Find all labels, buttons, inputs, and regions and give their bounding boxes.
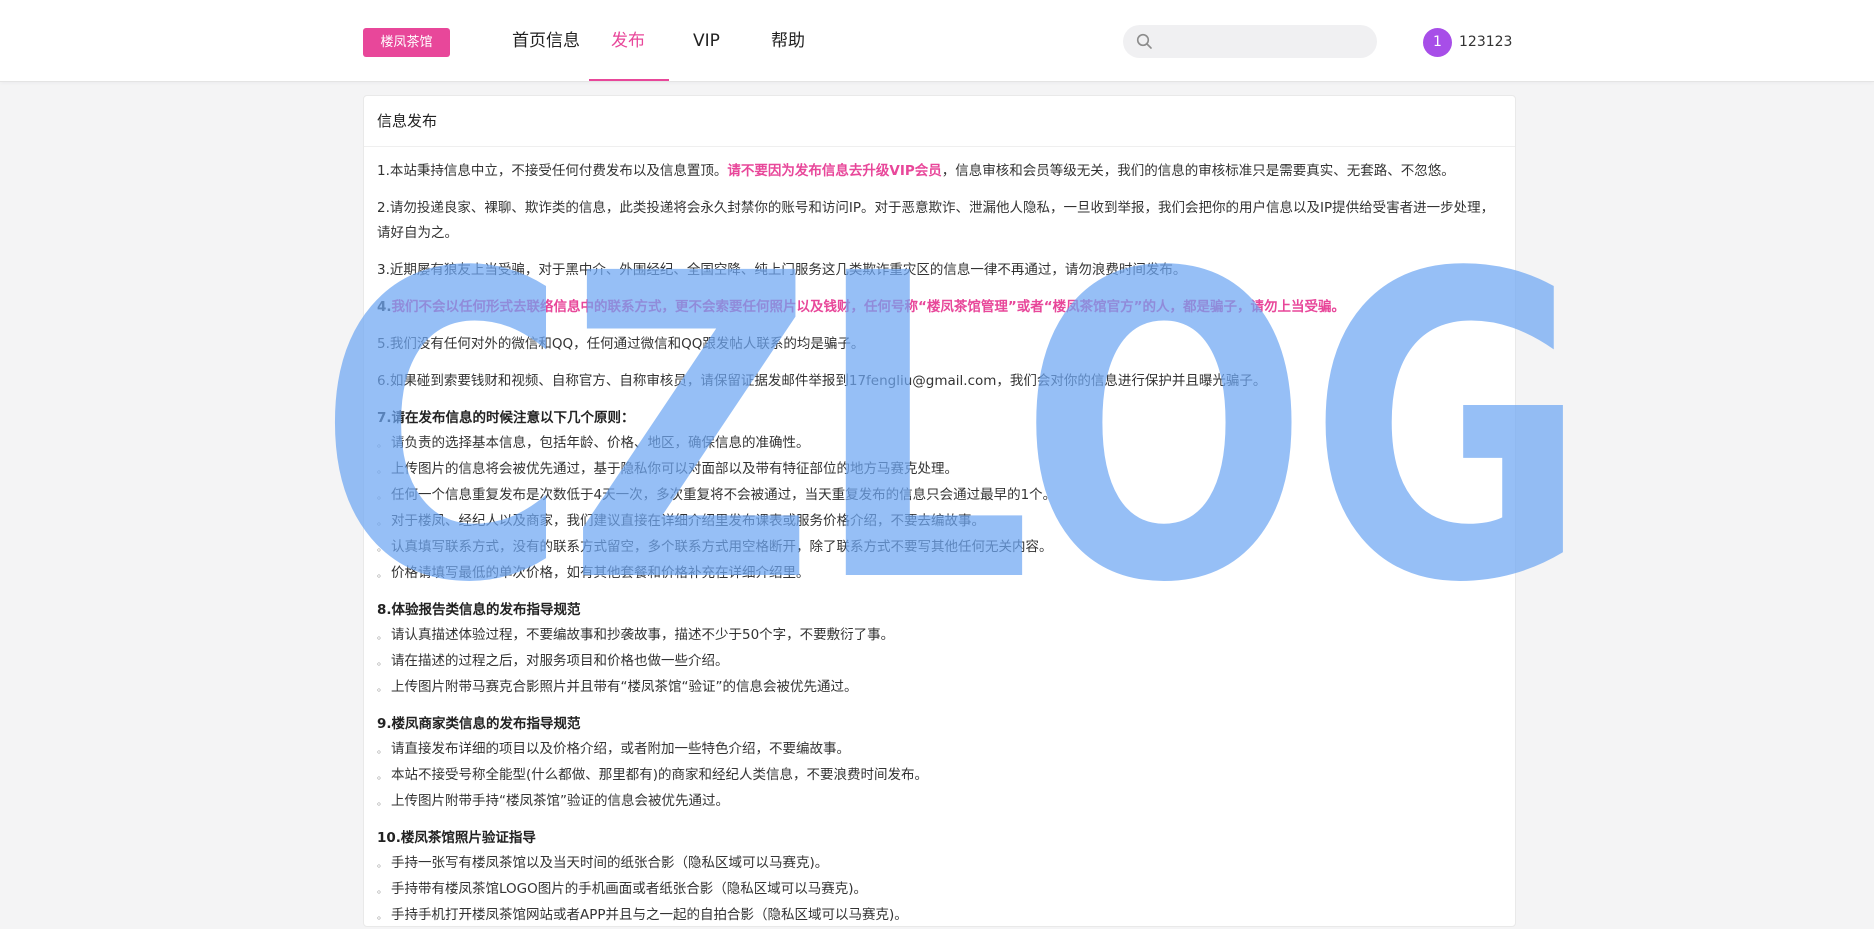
search-icon [1136,33,1152,49]
section-10-title: 10.楼凤茶馆照片验证指导 [377,830,536,846]
active-nav-underline [589,79,669,81]
rule-3: 3.近期屡有狼友上当受骗，对于黑中介、外围经纪、全国空降、纯上门服务这几类欺诈重… [377,262,1187,278]
list-item: 。认真填写联系方式，没有的联系方式留空，多个联系方式用空格断开，除了联系方式不要… [377,539,1053,555]
nav-vip[interactable]: VIP [693,28,720,54]
section-7-list: 。请负责的选择基本信息，包括年龄、价格、地区，确保信息的准确性。 。上传图片的信… [377,431,1501,587]
rule-2: 2.请勿投递良家、裸聊、欺诈类的信息，此类投递将会永久封禁你的账号和访问IP。对… [377,200,1495,241]
panel-title: 信息发布 [364,96,1515,147]
list-item: 。请直接发布详细的项目以及价格介绍，或者附加一些特色介绍，不要编故事。 [377,741,850,757]
list-item: 。上传图片附带马赛克合影照片并且带有“楼凤茶馆“验证”的信息会被优先通过。 [377,679,858,695]
list-item: 。价格请填写最低的单次价格，如有其他套餐和价格补充在详细介绍里。 [377,565,810,581]
list-item: 。上传图片的信息将会被优先通过，基于隐私你可以对面部以及带有特征部位的地方马赛克… [377,461,958,477]
section-8-list: 。请认真描述体验过程，不要编故事和抄袭故事，描述不少于50个字，不要敷衍了事。 … [377,623,1501,701]
list-item: 。请认真描述体验过程，不要编故事和抄袭故事，描述不少于50个字，不要敷衍了事。 [377,627,895,643]
list-item: 。手持手机打开楼凤茶馆网站或者APP并且与之一起的自拍合影（隐私区域可以马赛克)… [377,907,908,923]
section-9-list: 。请直接发布详细的项目以及价格介绍，或者附加一些特色介绍，不要编故事。 。本站不… [377,737,1501,815]
section-7-title: 7.请在发布信息的时候注意以下几个原则： [377,410,635,426]
rule-4: 4.我们不会以任何形式去联络信息中的联系方式，更不会索要任何照片以及钱财，任何号… [377,299,1346,315]
rule-5: 5.我们没有任何对外的微信和QQ，任何通过微信和QQ跟发帖人联系的均是骗子。 [377,336,865,352]
search-input[interactable] [1161,25,1370,60]
nav-home-info[interactable]: 首页信息 [512,28,580,54]
section-9-title: 9.楼凤商家类信息的发布指导规范 [377,716,581,732]
list-item: 。手持带有楼凤茶馆LOGO图片的手机画面或者纸张合影（隐私区域可以马赛克)。 [377,881,868,897]
rule-6: 6.如果碰到索要钱财和视频、自称官方、自称审核员，请保留证据发邮件举报到17fe… [377,373,1267,389]
list-item: 。任何一个信息重复发布是次数低于4天一次，多次重复将不会被通过，当天重复发布的信… [377,487,1057,503]
list-item: 。手持一张写有楼凤茶馆以及当天时间的纸张合影（隐私区域可以马赛克)。 [377,855,829,871]
list-item: 。请负责的选择基本信息，包括年龄、价格、地区，确保信息的准确性。 [377,435,810,451]
section-8-title: 8.体验报告类信息的发布指导规范 [377,602,581,618]
publish-rules: 1.本站秉持信息中立，不接受任何付费发布以及信息置顶。请不要因为发布信息去升级V… [364,147,1515,929]
rule-1: 1.本站秉持信息中立，不接受任何付费发布以及信息置顶。请不要因为发布信息去升级V… [377,163,1455,179]
username[interactable]: 123123 [1459,31,1512,53]
publish-info-panel: 信息发布 1.本站秉持信息中立，不接受任何付费发布以及信息置顶。请不要因为发布信… [363,95,1516,927]
section-10-list: 。手持一张写有楼凤茶馆以及当天时间的纸张合影（隐私区域可以马赛克)。 。手持带有… [377,851,1501,929]
nav-publish[interactable]: 发布 [611,28,645,54]
top-navigation-bar: 楼凤茶馆 首页信息 发布 VIP 帮助 1 123123 [0,0,1874,82]
list-item: 。本站不接受号称全能型(什么都做、那里都有)的商家和经纪人类信息，不要浪费时间发… [377,767,929,783]
list-item: 。对于楼凤、经纪人以及商家，我们建议直接在详细介绍里发布课表或服务价格介绍，不要… [377,513,985,529]
list-item: 。请在描述的过程之后，对服务项目和价格也做一些介绍。 [377,653,729,669]
list-item: 。上传图片附带手持“楼凤茶馆”验证的信息会被优先通过。 [377,793,729,809]
site-logo[interactable]: 楼凤茶馆 [363,28,450,57]
nav-help[interactable]: 帮助 [771,28,805,54]
search-box[interactable] [1123,25,1377,60]
user-avatar[interactable]: 1 [1423,28,1452,57]
